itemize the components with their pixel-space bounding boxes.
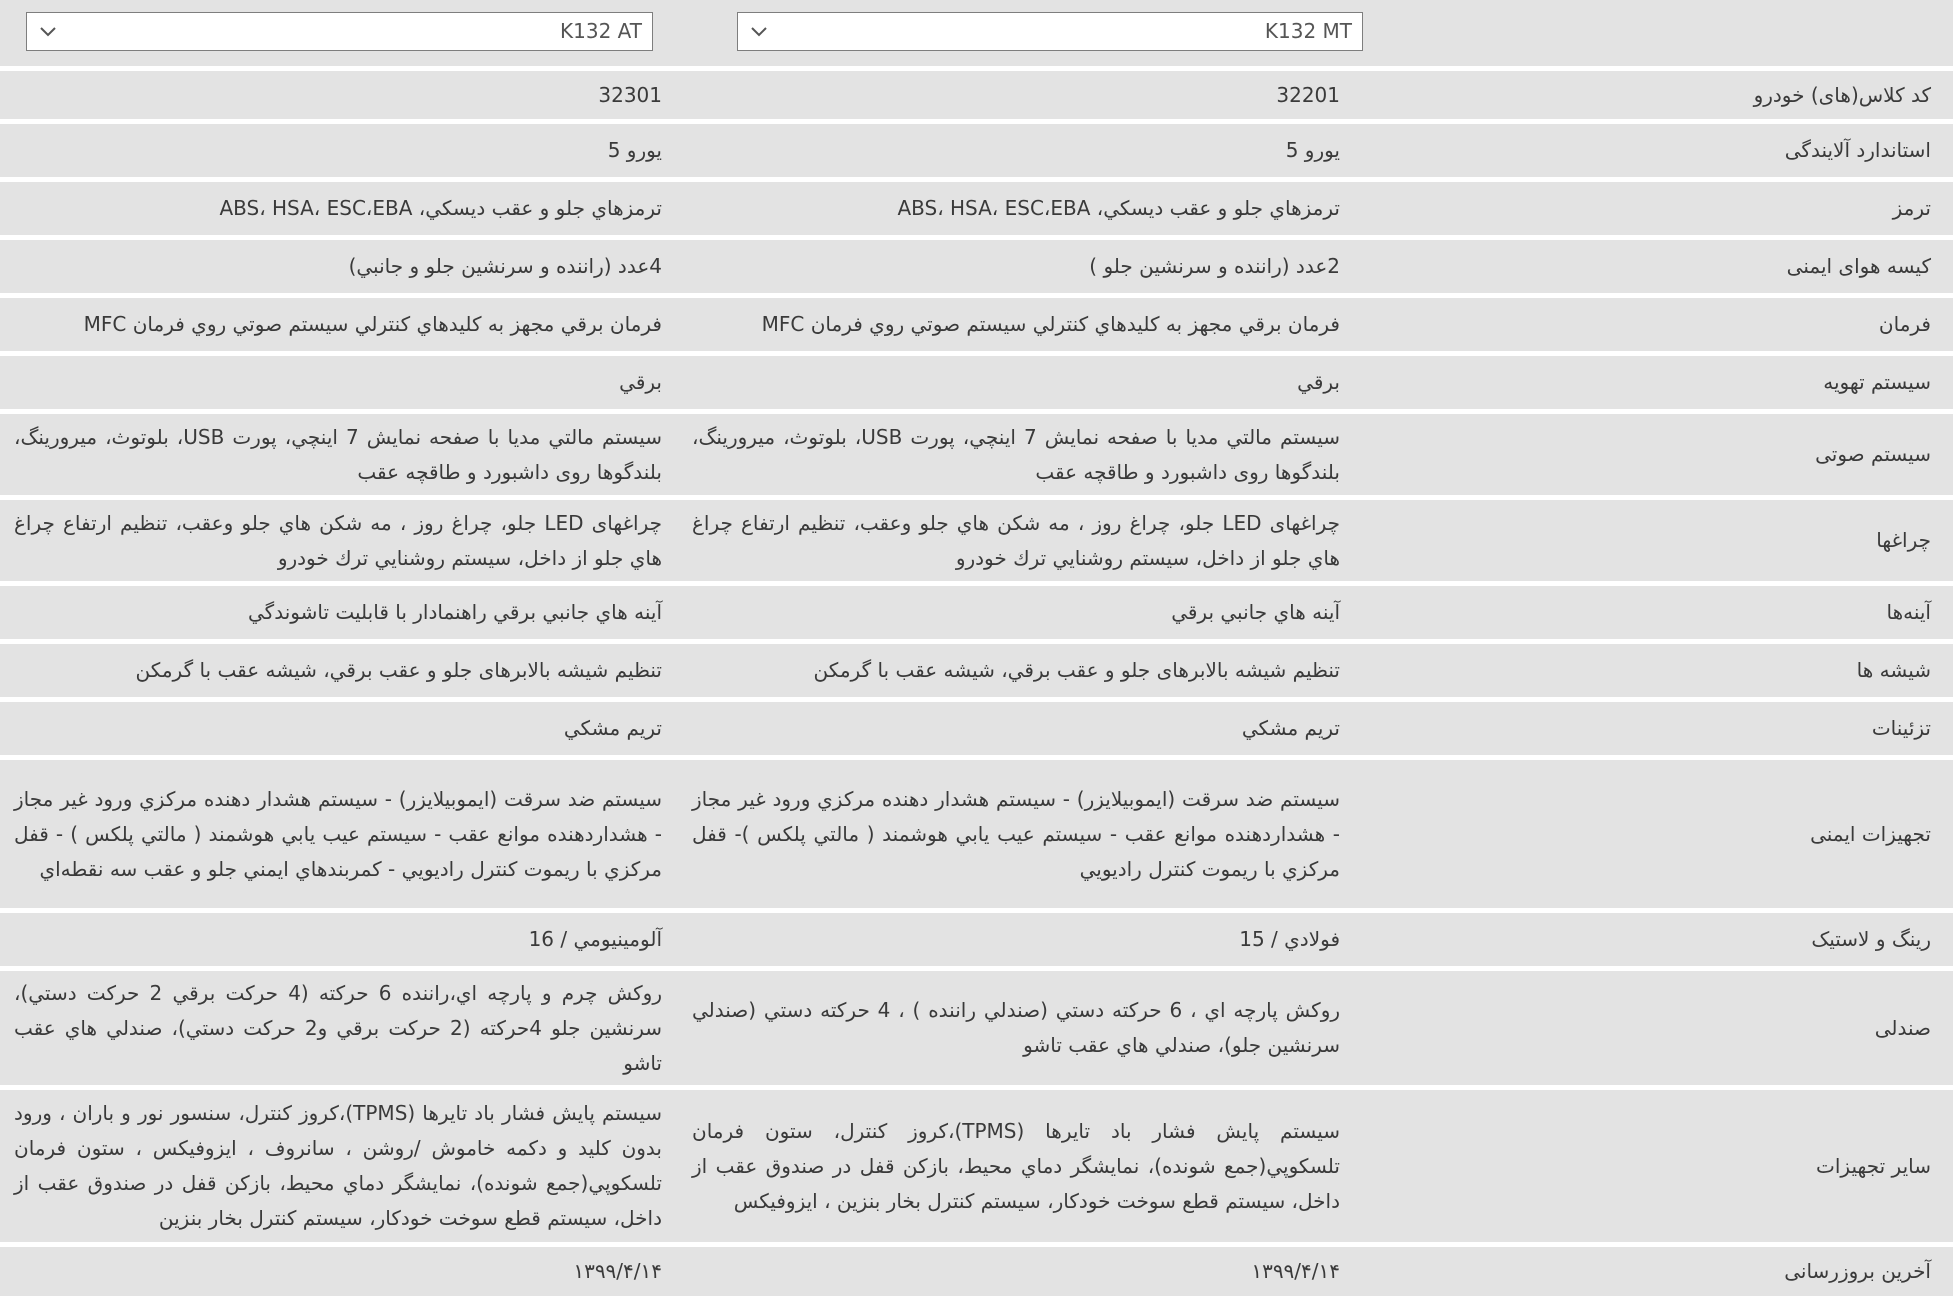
table-row: کیسه هوای ایمنی 2عدد (راننده و سرنشين جل… xyxy=(0,235,1953,293)
value-mt: سيستم ضد سرقت (ايموبيلايزر) - سيستم هشدا… xyxy=(692,786,1340,881)
value-mt: ترمزهاي جلو و عقب ديسكي، ABS، HSA، ESC،E… xyxy=(897,196,1340,220)
model-select-at-value: K132 AT xyxy=(560,19,642,43)
value-mt: برقي xyxy=(1297,370,1340,394)
value-mt: تريم مشكي xyxy=(1241,716,1340,740)
value-mt: فرمان برقي مجهز به كليدهاي كنترلي سيستم … xyxy=(761,312,1340,336)
value-at: سيستم ضد سرقت (ايموبيلايزر) - سيستم هشدا… xyxy=(14,786,662,881)
value-at: تنظیم شیشه بالابرهای جلو و عقب برقي، شيش… xyxy=(135,658,662,682)
table-row: چراغها چراغهای LED جلو، چراغ روز ، مه شك… xyxy=(0,495,1953,581)
value-at: ۱۳۹۹/۴/۱۴ xyxy=(573,1259,662,1283)
row-label: تجهیزات ایمنی xyxy=(1810,821,1931,846)
value-mt: فولادي / 15 xyxy=(1239,927,1340,951)
table-row: فرمان فرمان برقي مجهز به كليدهاي كنترلي … xyxy=(0,293,1953,351)
value-at: چراغهای LED جلو، چراغ روز ، مه شكن هاي ج… xyxy=(14,510,662,570)
value-at: ترمزهاي جلو و عقب ديسكي، ABS، HSA، ESC،E… xyxy=(219,196,662,220)
spec-table: کد کلاس(های) خودرو 32201 32301 استاندارد… xyxy=(0,66,1953,1296)
table-row: آخرین بروزرسانی ۱۳۹۹/۴/۱۴ ۱۳۹۹/۴/۱۴ xyxy=(0,1242,1953,1296)
value-mt: سيستم پايش فشار باد تايرها (TPMS)،كروز ك… xyxy=(692,1118,1340,1213)
row-label: آینه‌ها xyxy=(1886,600,1931,624)
value-at: یورو 5 xyxy=(607,138,662,162)
value-mt: تنظیم شیشه بالابرهای جلو و عقب برقي، شيش… xyxy=(813,658,1340,682)
table-row: آینه‌ها آينه هاي جانبي برقي آينه هاي جان… xyxy=(0,581,1953,639)
table-row: استاندارد آلایندگی یورو 5 یورو 5 xyxy=(0,119,1953,177)
value-at: برقي xyxy=(619,370,662,394)
model-select-mt-value: K132 MT xyxy=(1264,19,1352,43)
row-label: صندلی xyxy=(1874,1015,1931,1040)
value-mt: روكش پارچه اي ، 6 حركته دستي (صندلي رانن… xyxy=(692,998,1341,1057)
header-bar: K132 MT K132 AT xyxy=(0,0,1953,66)
row-label: استاندارد آلایندگی xyxy=(1784,138,1931,162)
value-mt: 32201 xyxy=(1276,82,1340,107)
table-row: سیستم تهویه برقي برقي xyxy=(0,351,1953,409)
value-at: سيستم پايش فشار باد تايرها (TPMS)،كروز ك… xyxy=(14,1101,662,1230)
row-label: آخرین بروزرسانی xyxy=(1784,1259,1931,1283)
value-at: فرمان برقي مجهز به كليدهاي كنترلي سيستم … xyxy=(83,312,662,336)
row-label: فرمان xyxy=(1878,312,1931,336)
row-label: ترمز xyxy=(1892,196,1931,220)
row-label: سیستم صوتی xyxy=(1815,442,1931,466)
table-row: رینگ و لاستیک فولادي / 15 آلومينيومي / 1… xyxy=(0,908,1953,966)
value-at: تريم مشكي xyxy=(563,716,662,740)
table-row: سیستم صوتی سيستم مالتي مديا با صفحه نماي… xyxy=(0,409,1953,495)
value-at: سيستم مالتي مديا با صفحه نمايش 7 اينچي، … xyxy=(14,424,662,484)
chevron-down-icon xyxy=(751,27,767,37)
chevron-down-icon xyxy=(40,27,56,37)
value-mt: یورو 5 xyxy=(1285,138,1340,162)
row-label: رینگ و لاستیک xyxy=(1811,927,1931,951)
value-mt: چراغهای LED جلو، چراغ روز ، مه شكن هاي ج… xyxy=(692,510,1340,570)
value-at: 4عدد (راننده و سرنشين جلو و جانبي) xyxy=(348,254,662,278)
model-select-mt[interactable]: K132 MT xyxy=(737,12,1363,51)
value-at: آينه هاي جانبي برقي راهنمادار با قابليت … xyxy=(248,600,662,624)
row-label: کیسه هوای ایمنی xyxy=(1786,254,1931,278)
table-row: شیشه ها تنظیم شیشه بالابرهای جلو و عقب ب… xyxy=(0,639,1953,697)
row-label: شیشه ها xyxy=(1856,658,1931,682)
row-label: تزئینات xyxy=(1871,716,1931,740)
table-row: تجهیزات ایمنی سيستم ضد سرقت (ايموبيلايزر… xyxy=(0,755,1953,908)
row-label: چراغها xyxy=(1876,528,1931,552)
value-mt: 2عدد (راننده و سرنشين جلو ) xyxy=(1089,254,1340,278)
model-select-at[interactable]: K132 AT xyxy=(26,12,653,51)
row-label: سیستم تهویه xyxy=(1823,370,1931,394)
row-label: کد کلاس(های) خودرو xyxy=(1753,82,1931,107)
row-label: سایر تجهیزات xyxy=(1816,1153,1931,1178)
table-row: کد کلاس(های) خودرو 32201 32301 xyxy=(0,66,1953,119)
value-at: 32301 xyxy=(598,82,662,107)
value-mt: آينه هاي جانبي برقي xyxy=(1171,600,1340,624)
table-row: تزئینات تريم مشكي تريم مشكي xyxy=(0,697,1953,755)
value-mt: ۱۳۹۹/۴/۱۴ xyxy=(1251,1259,1340,1283)
value-at: آلومينيومي / 16 xyxy=(528,927,662,951)
table-row: صندلی روكش پارچه اي ، 6 حركته دستي (صندل… xyxy=(0,966,1953,1085)
value-mt: سيستم مالتي مديا با صفحه نمايش 7 اينچي، … xyxy=(692,424,1340,484)
table-row: سایر تجهیزات سيستم پايش فشار باد تايرها … xyxy=(0,1085,1953,1242)
value-at: روكش چرم و پارچه اي،راننده 6 حركته (4 حر… xyxy=(14,980,662,1075)
table-row: ترمز ترمزهاي جلو و عقب ديسكي، ABS، HSA، … xyxy=(0,177,1953,235)
